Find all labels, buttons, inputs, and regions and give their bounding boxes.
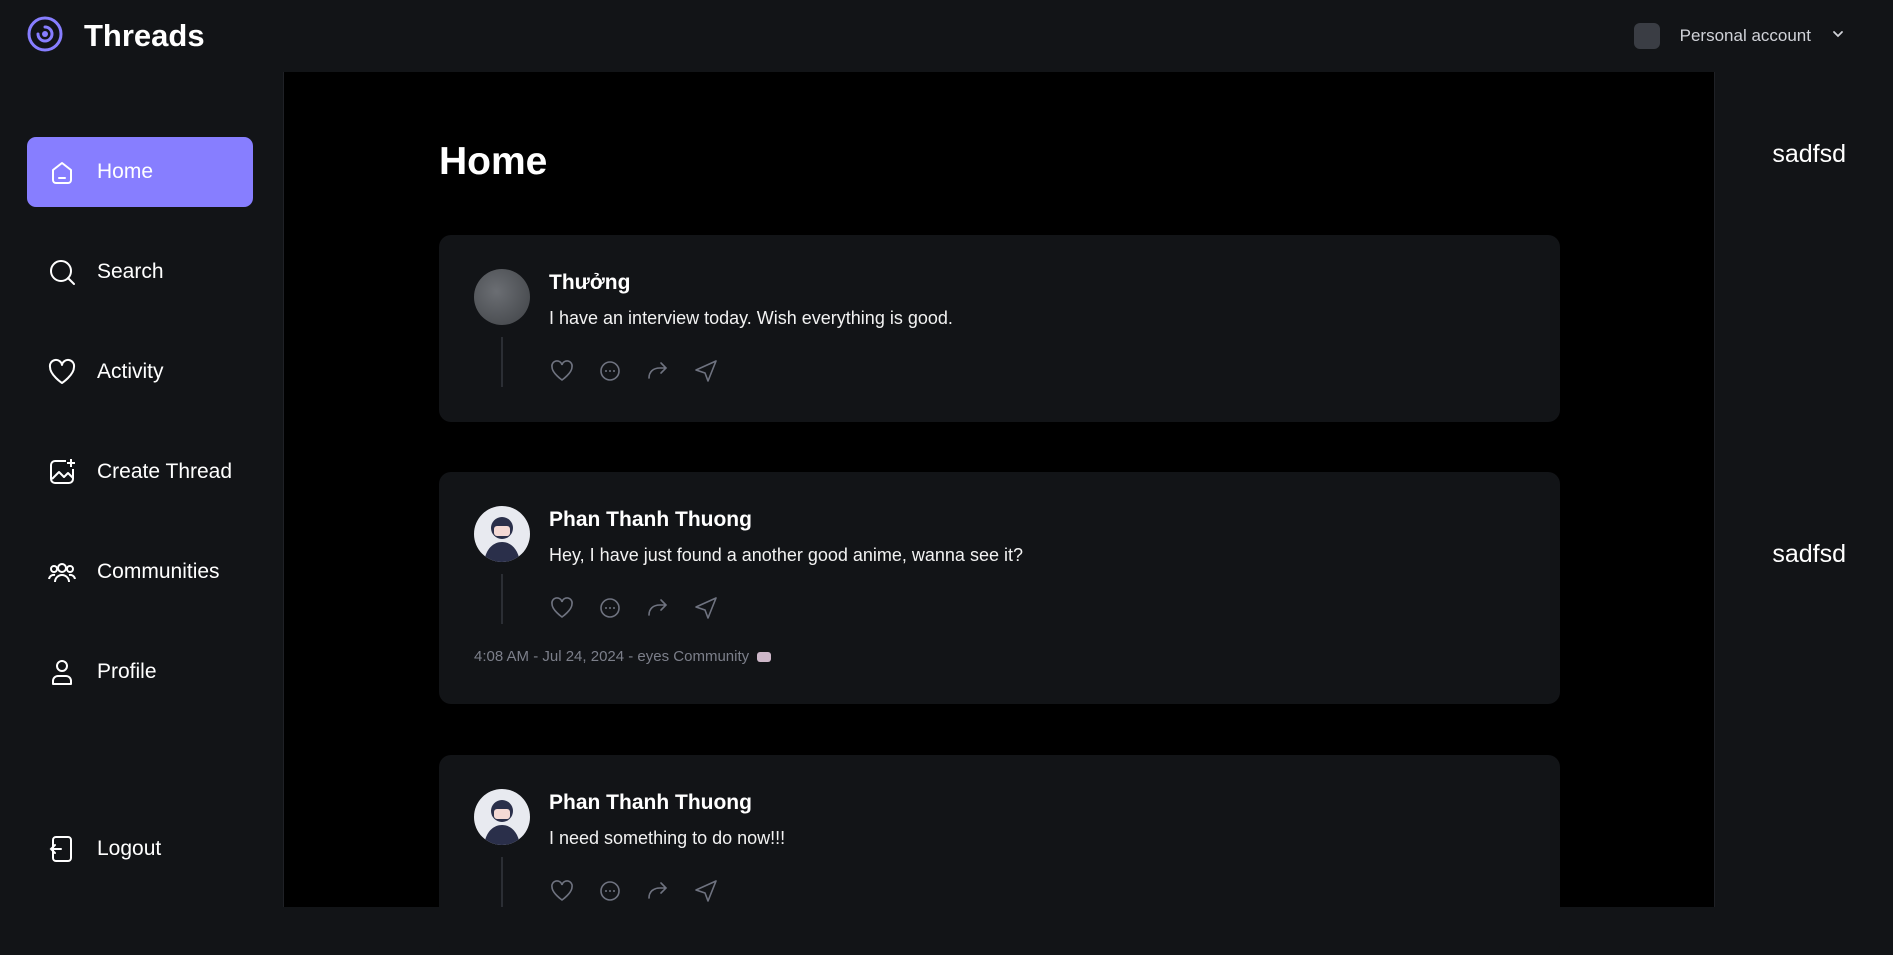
home-icon	[52, 162, 72, 184]
heart-icon[interactable]	[549, 595, 575, 621]
community-icon	[757, 652, 772, 663]
thread-author[interactable]: Phan Thanh Thuong	[549, 791, 752, 815]
sidebar-item-search[interactable]: Search	[27, 237, 253, 307]
repost-icon[interactable]	[645, 358, 671, 384]
thread-author[interactable]: Phan Thanh Thuong	[549, 508, 752, 532]
thread-card[interactable]: Thưởng I have an interview today. Wish e…	[439, 235, 1560, 422]
avatar[interactable]	[474, 269, 530, 325]
main-feed: Home Thưởng I have an interview today. W…	[284, 72, 1714, 955]
page-title: Home	[439, 140, 548, 183]
thread-text: I need something to do now!!!	[549, 828, 786, 848]
sidebar-item-label: Activity	[97, 360, 164, 383]
thread-actions	[549, 358, 719, 384]
thread-actions	[549, 878, 719, 904]
share-icon[interactable]	[693, 358, 719, 384]
logout-label: Logout	[97, 837, 162, 860]
thread-card[interactable]: Phan Thanh Thuong I need something to do…	[439, 755, 1560, 955]
repost-icon[interactable]	[645, 595, 671, 621]
reply-icon[interactable]	[597, 878, 623, 904]
right-sidebar: sadfsd sadfsd	[1714, 72, 1893, 907]
thread-text: Hey, I have just found a another good an…	[549, 545, 1023, 565]
avatar[interactable]	[474, 506, 530, 562]
thread-line	[501, 857, 503, 907]
sidebar-item-profile[interactable]: Profile	[27, 637, 253, 707]
create-icon	[50, 459, 75, 484]
app-title: Threads	[84, 18, 205, 53]
threads-logo-icon	[26, 15, 64, 58]
logout-button[interactable]: Logout	[27, 814, 253, 884]
sidebar-item-label: Search	[97, 260, 164, 283]
account-label: Personal account	[1679, 26, 1811, 45]
thread-card[interactable]: Phan Thanh Thuong Hey, I have just found…	[439, 472, 1560, 704]
sidebar-item-create-thread[interactable]: Create Thread	[27, 437, 253, 507]
topbar: Threads Personal account	[0, 0, 1893, 72]
sidebar-item-label: Create Thread	[97, 460, 233, 483]
heart-icon[interactable]	[549, 358, 575, 384]
share-icon[interactable]	[693, 878, 719, 904]
sidebar-item-communities[interactable]: Communities	[27, 537, 253, 607]
sidebar-item-label: Home	[97, 160, 154, 183]
heart-icon	[48, 358, 76, 384]
logout-icon	[49, 836, 72, 862]
thread-line	[501, 337, 503, 387]
sidebar-item-home[interactable]: Home	[27, 137, 253, 207]
account-avatar	[1633, 23, 1660, 49]
thread-author[interactable]: Thưởng	[549, 271, 630, 295]
brand[interactable]: Threads	[26, 15, 205, 58]
account-switcher[interactable]: Personal account	[1633, 23, 1845, 49]
thread-line	[501, 574, 503, 624]
reply-icon[interactable]	[597, 358, 623, 384]
left-sidebar: Home Search Activity Create Thread Commu…	[0, 72, 284, 907]
sidebar-item-label: Profile	[97, 660, 157, 683]
right-item[interactable]: sadfsd	[1772, 140, 1846, 169]
avatar[interactable]	[474, 789, 530, 845]
sidebar-item-label: Communities	[97, 560, 220, 583]
heart-icon[interactable]	[549, 878, 575, 904]
repost-icon[interactable]	[645, 878, 671, 904]
thread-actions	[549, 595, 719, 621]
sidebar-item-activity[interactable]: Activity	[27, 337, 253, 407]
share-icon[interactable]	[693, 595, 719, 621]
right-item[interactable]: sadfsd	[1772, 540, 1846, 569]
thread-meta-text: 4:08 AM - Jul 24, 2024 - eyes Community	[474, 648, 750, 665]
search-icon	[50, 260, 75, 285]
profile-icon	[52, 660, 72, 685]
chevron-down-icon	[1831, 26, 1845, 46]
reply-icon[interactable]	[597, 595, 623, 621]
communities-icon	[48, 563, 76, 583]
thread-text: I have an interview today. Wish everythi…	[549, 308, 953, 328]
thread-meta[interactable]: 4:08 AM - Jul 24, 2024 - eyes Community	[474, 648, 772, 665]
